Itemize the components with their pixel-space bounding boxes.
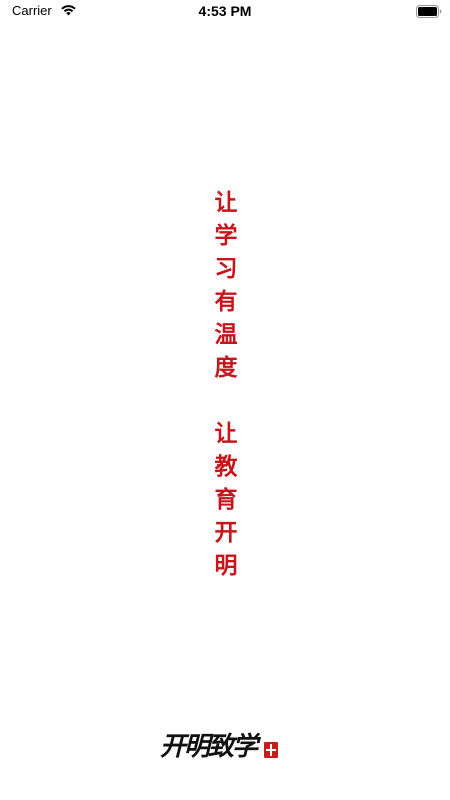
status-bar: Carrier 4:53 PM (0, 0, 450, 24)
seal-icon (264, 742, 278, 758)
slogan-char: 让 (214, 189, 238, 216)
battery-icon (416, 5, 442, 18)
slogan-char: 教 (214, 453, 238, 480)
slogan: 让 学 习 有 温 度 让 教 育 开 明 (210, 186, 242, 582)
slogan-char: 习 (214, 255, 238, 282)
slogan-char: 让 (214, 420, 238, 447)
clock-time: 4:53 PM (198, 3, 252, 19)
slogan-char: 明 (214, 552, 238, 579)
slogan-char: 有 (214, 288, 238, 315)
brand-logo: 开明致学 (160, 722, 285, 764)
slogan-char: 育 (214, 486, 238, 513)
slogan-char: 温 (214, 321, 238, 348)
slogan-char: 学 (214, 222, 238, 249)
brand-logo-text: 开明致学 (160, 732, 258, 762)
slogan-char: 度 (214, 354, 238, 381)
slogan-char: 开 (214, 519, 238, 546)
